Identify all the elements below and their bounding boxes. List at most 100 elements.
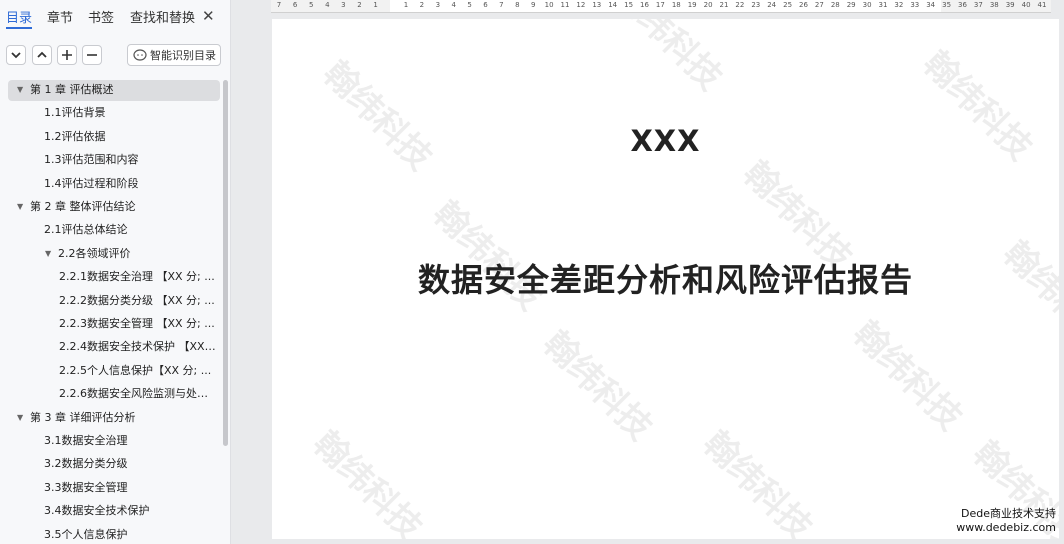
collapse-all-button[interactable] (6, 45, 26, 65)
smart-recognize-toc-button[interactable]: 智能识别目录 (127, 44, 221, 66)
ruler-tick-label: 21 (719, 1, 729, 9)
ruler-tick-label: 7 (276, 1, 282, 9)
ruler-tick-label: 36 (958, 1, 967, 9)
toc-item-label: 1.3评估范围和内容 (44, 153, 139, 167)
toc-item-label: 2.2各领域评价 (58, 246, 131, 260)
toc-item-label: 3.4数据安全技术保护 (44, 504, 150, 518)
nav-tabs: 目录 章节 书签 查找和替换 ✕ (0, 0, 230, 34)
toc-item-label: 3.3数据安全管理 (44, 480, 128, 494)
tab-bookmarks[interactable]: 书签 (88, 7, 114, 26)
ruler-tick-label: 38 (989, 1, 999, 9)
toc-item-label: 1.4评估过程和阶段 (44, 176, 139, 190)
toc-item[interactable]: 2.2.2数据分类分级 【XX 分; ... (0, 290, 222, 312)
toc-item-label: 2.2.3数据安全管理 【XX 分; ... (59, 317, 215, 330)
plus-icon (62, 50, 72, 60)
ruler-tick-label: 7 (499, 1, 504, 9)
ruler-area: 7 6 5 4 3 2 1 1 2 3 4 5 6 7 8 9 10 11 12 13 14 15 16 17 18 19 20 21… (231, 0, 1064, 14)
ruler-tick-label: 19 (687, 1, 697, 9)
toc-item[interactable]: ▼ 第 2 章 整体评估结论 (0, 196, 222, 218)
ruler-tick-label: 12 (576, 1, 586, 9)
toc-item[interactable]: 1.1评估背景 (0, 102, 222, 124)
toc-item[interactable]: ▼ 第 3 章 详细评估分析 (0, 407, 222, 429)
toc-list: ▼ 第 1 章 评估概述 1.1评估背景 1.2评估依据 1.3评估范围和内容 1.4评估… (0, 79, 222, 544)
ruler-tick-label: 33 (910, 1, 920, 9)
toc-item[interactable]: 2.2.3数据安全管理 【XX 分; ... (0, 313, 222, 335)
watermark-text: 翰纬科技 (695, 423, 820, 539)
toc-item-label: 2.2.6数据安全风险监测与处置... (59, 387, 218, 401)
ruler-tick-label: 6 (483, 1, 488, 9)
ruler-tick-label: 30 (862, 1, 872, 9)
chevron-up-icon (37, 51, 47, 58)
ruler-tick-label: 10 (544, 1, 554, 9)
toc-item[interactable]: 2.1评估总体结论 (0, 219, 222, 241)
ruler-tick-label: 15 (624, 1, 634, 9)
badge-line-1: Dede商业技术支持 (961, 507, 1056, 520)
toc-item-label: 3.2数据分类分级 (44, 457, 128, 471)
ruler-tick-label: 20 (703, 1, 713, 9)
tab-chapters[interactable]: 章节 (47, 7, 73, 26)
toc-item[interactable]: 2.2.4数据安全技术保护 【XX ... (0, 336, 222, 358)
ruler-tick-label: 13 (592, 1, 602, 9)
toc-item[interactable]: 2.2.1数据安全治理 【XX 分; ... (0, 266, 222, 288)
toc-item[interactable]: 1.3评估范围和内容 (0, 149, 222, 171)
expand-all-button[interactable] (32, 45, 52, 65)
toc-item[interactable]: 2.2.6数据安全风险监测与处置... (0, 383, 222, 405)
ruler-tick-label: 4 (451, 1, 456, 9)
toc-item[interactable]: 3.2数据分类分级 (0, 453, 222, 475)
tab-toc[interactable]: 目录 (6, 7, 32, 26)
smart-icon (133, 49, 147, 61)
horizontal-ruler[interactable]: 7 6 5 4 3 2 1 1 2 3 4 5 6 7 8 9 10 11 12 13 14 15 16 17 18 19 20 21… (271, 0, 1051, 13)
navigation-pane: 目录 章节 书签 查找和替换 ✕ 智能识别目录 ▼ 第 1 章 评估概述 1.1评估… (0, 0, 231, 544)
smart-recognize-label: 智能识别目录 (150, 49, 216, 62)
ruler-tick-label: 27 (814, 1, 824, 9)
ruler-tick-label: 34 (926, 1, 936, 9)
document-subtitle: XXX (630, 124, 701, 158)
watermark-text: 翰纬科技 (315, 53, 440, 179)
caret-down-icon[interactable]: ▼ (17, 196, 23, 218)
toc-item[interactable]: 3.4数据安全技术保护 (0, 500, 222, 522)
ruler-tick-label: 24 (767, 1, 777, 9)
ruler-tick-label: 2 (419, 1, 425, 9)
close-icon[interactable]: ✕ (202, 7, 215, 25)
toc-item-label: 2.1评估总体结论 (44, 223, 128, 237)
toc-item[interactable]: 2.2.5个人信息保护【XX 分; ... (0, 360, 222, 382)
ruler-tick-label: 8 (515, 1, 520, 9)
caret-down-icon[interactable]: ▼ (45, 243, 51, 265)
tab-find-replace[interactable]: 查找和替换 (130, 7, 195, 26)
toc-item[interactable]: 3.5个人信息保护 (0, 524, 222, 544)
corner-badge: Dede商业技术支持 www.dedebiz.com (944, 507, 1056, 535)
toc-item[interactable]: 1.4评估过程和阶段 (0, 173, 222, 195)
toc-item-label: 第 3 章 详细评估分析 (30, 410, 136, 424)
ruler-text-area (390, 0, 941, 12)
toc-item[interactable]: 3.3数据安全管理 (0, 477, 222, 499)
toc-item[interactable]: ▼ 第 1 章 评估概述 (0, 79, 222, 101)
remove-heading-button[interactable] (82, 45, 102, 65)
ruler-tick-label: 23 (751, 1, 761, 9)
ruler-tick-label: 11 (560, 1, 570, 9)
toc-item[interactable]: 1.2评估依据 (0, 126, 222, 148)
toc-scrollbar[interactable] (223, 80, 228, 446)
watermark-text: 翰纬科技 (605, 19, 730, 99)
active-tab-indicator (6, 27, 32, 29)
toc-item[interactable]: 3.1数据安全治理 (0, 430, 222, 452)
toc-item[interactable]: ▼ 2.2各领域评价 (0, 243, 222, 265)
caret-down-icon[interactable]: ▼ (17, 407, 23, 429)
document-page[interactable]: 翰纬科技 翰纬科技 翰纬科技 翰纬科技 翰纬科技 翰纬科技 翰纬科技 翰纬科技 翰纬科技 翰纬科技… (272, 19, 1059, 539)
ruler-tick-label: 18 (671, 1, 681, 9)
ruler-tick-label: 26 (799, 1, 808, 9)
ruler-tick-label: 9 (530, 1, 536, 9)
ruler-tick-label: 4 (325, 1, 330, 9)
watermark-text: 翰纬科技 (305, 423, 430, 539)
watermark-text: 翰纬科技 (535, 323, 660, 449)
toc-item-label: 2.2.2数据分类分级 【XX 分; ... (59, 293, 215, 307)
ruler-tick-label: 14 (608, 1, 618, 9)
caret-down-icon[interactable]: ▼ (17, 79, 23, 101)
ruler-tick-label: 5 (467, 1, 472, 9)
ruler-tick-label: 37 (973, 1, 983, 9)
ruler-tick-label: 16 (640, 1, 649, 9)
ruler-tick-label: 32 (894, 1, 904, 9)
toc-item-label: 1.2评估依据 (44, 129, 106, 143)
ruler-tick-label: 22 (735, 1, 745, 9)
ruler-tick-label: 28 (830, 1, 840, 9)
add-heading-button[interactable] (57, 45, 77, 65)
